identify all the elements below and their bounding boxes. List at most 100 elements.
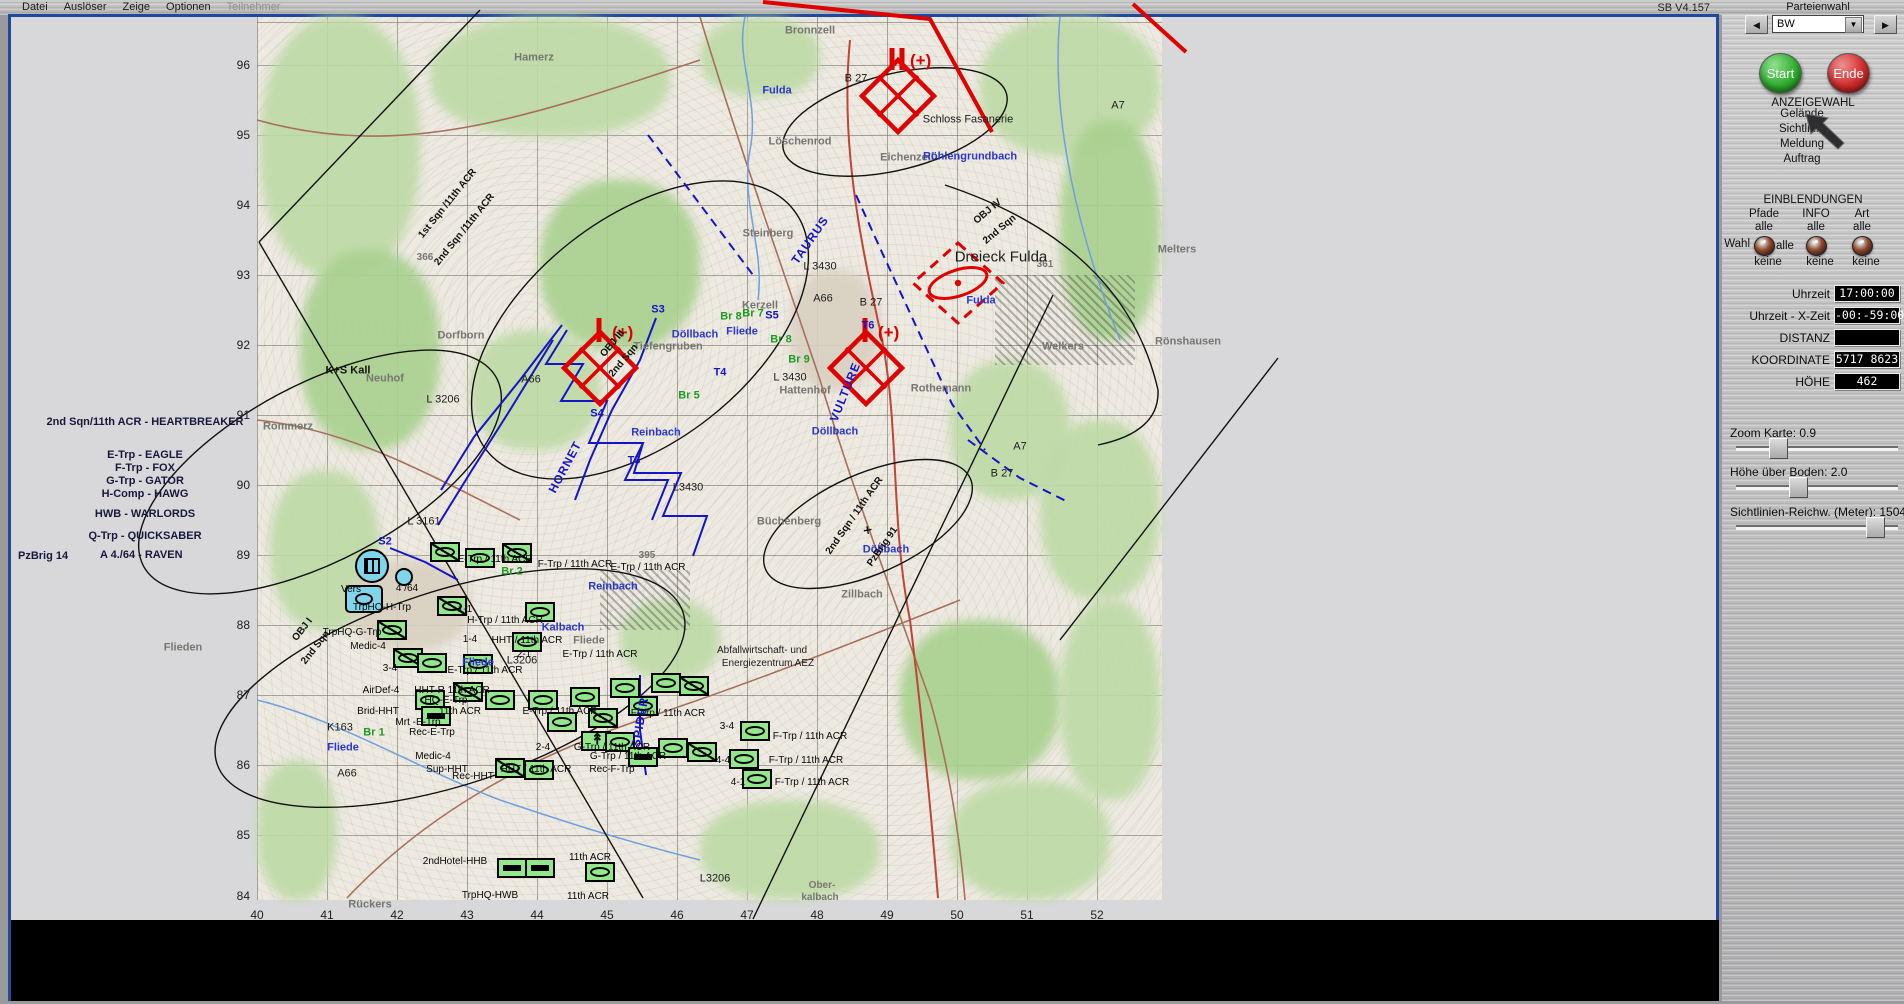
- friendly-unit-icon[interactable]: [610, 678, 640, 698]
- support-unit-icon[interactable]: [355, 549, 389, 583]
- friendly-unit-icon[interactable]: [585, 862, 615, 882]
- mouse-cursor-icon: [1805, 113, 1845, 150]
- readout-value-uhrzeit-x-zeit: -00:-59:00: [1834, 307, 1904, 324]
- grid-label-left: 86: [236, 758, 250, 772]
- slider-track[interactable]: [1736, 517, 1898, 538]
- friendly-unit-icon[interactable]: [465, 548, 495, 568]
- friendly-unit-icon[interactable]: [729, 749, 759, 769]
- friendly-unit-icon[interactable]: [570, 687, 600, 707]
- grid-label-left: 93: [236, 268, 250, 282]
- einblendung-header-info: INFO: [1802, 208, 1830, 220]
- friendly-unit-icon[interactable]: [742, 769, 772, 789]
- einblendung-alle-label[interactable]: alle: [1738, 221, 1790, 233]
- slider-value: 2.0: [1827, 465, 1848, 479]
- readout-value-h-he: 462: [1834, 373, 1900, 390]
- legend-line: E-Trp - EAGLE: [107, 449, 183, 461]
- party-dropdown[interactable]: BW ▼: [1772, 15, 1864, 33]
- start-button[interactable]: Start: [1759, 53, 1802, 94]
- grid-label-left: 89: [236, 548, 250, 562]
- friendly-unit-icon[interactable]: [512, 632, 542, 652]
- legend-footer-right: A 4./64 - RAVEN: [100, 549, 183, 561]
- slider-thumb[interactable]: [1866, 517, 1885, 538]
- friendly-unit-icon[interactable]: [417, 653, 447, 673]
- einblendung-knob-info[interactable]: [1806, 236, 1827, 256]
- readout-value-koordinate: 5717 8623: [1834, 351, 1900, 368]
- friendly-unit-icon[interactable]: [628, 747, 658, 767]
- wahl-alle-label: alle: [1776, 240, 1794, 252]
- slider-thumb[interactable]: [1789, 477, 1808, 498]
- friendly-unit-icon[interactable]: [453, 682, 483, 702]
- readout-label: Uhrzeit: [1791, 287, 1830, 301]
- einblendung-knob-art[interactable]: [1852, 236, 1873, 256]
- grid-label-left: 95: [236, 128, 250, 142]
- legend-line: H-Comp - HAWG: [101, 488, 189, 500]
- friendly-unit-icon[interactable]: [524, 760, 554, 780]
- party-next-button[interactable]: ▶: [1874, 15, 1897, 34]
- einblendung-knob-pfade[interactable]: [1754, 236, 1775, 256]
- friendly-unit-icon[interactable]: [377, 620, 407, 640]
- party-prev-button[interactable]: ◀: [1745, 15, 1768, 34]
- bottom-black-bar: [11, 920, 1719, 1001]
- friendly-unit-icon[interactable]: [588, 708, 618, 728]
- einblendung-keine-label[interactable]: keine: [1742, 256, 1794, 268]
- ende-button[interactable]: Ende: [1827, 53, 1870, 94]
- friendly-unit-icon[interactable]: [679, 676, 709, 696]
- friendly-unit-icon[interactable]: [502, 543, 532, 563]
- friendly-unit-icon[interactable]: [497, 858, 527, 878]
- slider-label-text: Höhe über Boden:: [1730, 465, 1828, 479]
- grid-label-left: 84: [236, 889, 250, 903]
- support-unit-icon[interactable]: [395, 568, 413, 586]
- einblendung-header-pfade: Pfade: [1748, 208, 1780, 220]
- support-unit-icon[interactable]: [345, 585, 383, 613]
- slider-value: 0.9: [1796, 426, 1817, 440]
- friendly-unit-icon[interactable]: [740, 721, 770, 741]
- grid-label-left: 88: [236, 618, 250, 632]
- slider-track[interactable]: [1736, 477, 1898, 498]
- slider-label-text: Sichtlinien-Reichw. (Meter):: [1730, 505, 1877, 519]
- units-layer: [0, 0, 1904, 1001]
- readout-label: HÖHE: [1795, 375, 1830, 389]
- friendly-unit-icon[interactable]: [547, 712, 577, 732]
- friendly-unit-icon[interactable]: [687, 742, 717, 762]
- legend-qtrp: Q-Trp - QUICKSABER: [88, 530, 202, 542]
- einblendung-header-art: Art: [1854, 208, 1870, 220]
- readout-label: KOORDINATE: [1751, 353, 1830, 367]
- dropdown-arrow-icon[interactable]: ▼: [1845, 17, 1862, 33]
- slider-track[interactable]: [1736, 438, 1898, 459]
- grid-label-left: 85: [236, 828, 250, 842]
- grid-label-left: 87: [236, 688, 250, 702]
- friendly-unit-icon[interactable]: [495, 758, 525, 778]
- legend-lines: E-Trp - EAGLE F-Trp - FOX G-Trp - GATOR H-C…: [40, 449, 250, 501]
- slider-thumb[interactable]: [1769, 438, 1788, 459]
- einblendung-keine-label[interactable]: keine: [1794, 256, 1846, 268]
- friendly-unit-icon[interactable]: [651, 673, 681, 693]
- readout-value-uhrzeit: 17:00:00: [1834, 285, 1900, 302]
- friendly-unit-icon[interactable]: [437, 596, 467, 616]
- grid-label-left: 94: [236, 198, 250, 212]
- task-org-legend: 2nd Sqn/11th ACR - HEARTBREAKER E-Trp - …: [40, 416, 250, 542]
- friendly-unit-icon[interactable]: [528, 690, 558, 710]
- legend-title: 2nd Sqn/11th ACR - HEARTBREAKER: [46, 416, 244, 428]
- einblendung-keine-label[interactable]: keine: [1840, 256, 1892, 268]
- einblendungen-title: EINBLENDUNGEN: [1763, 194, 1863, 206]
- friendly-unit-icon[interactable]: [525, 602, 555, 622]
- friendly-unit-icon[interactable]: [658, 738, 688, 758]
- einblendung-alle-label[interactable]: alle: [1836, 221, 1888, 233]
- einblendung-alle-label[interactable]: alle: [1790, 221, 1842, 233]
- friendly-unit-icon[interactable]: [421, 706, 451, 726]
- legend-line: F-Trp - FOX: [115, 462, 175, 474]
- friendly-unit-icon[interactable]: [525, 858, 555, 878]
- friendly-unit-icon[interactable]: [628, 696, 658, 716]
- grid-label-left: 92: [236, 338, 250, 352]
- legend-line: G-Trp - GATOR: [106, 475, 184, 487]
- friendly-unit-icon[interactable]: [463, 654, 493, 674]
- friendly-unit-icon[interactable]: [485, 690, 515, 710]
- friendly-unit-icon[interactable]: [430, 542, 460, 562]
- legend-footer-left: PzBrig 14: [18, 550, 69, 562]
- readout-value-distanz: [1834, 329, 1900, 346]
- readout-label: DISTANZ: [1779, 331, 1830, 345]
- grid-label-left: 96: [236, 58, 250, 72]
- wahl-label: Wahl: [1724, 238, 1750, 250]
- party-dropdown-value: BW: [1777, 18, 1795, 30]
- readout-label: Uhrzeit - X-Zeit: [1749, 309, 1830, 323]
